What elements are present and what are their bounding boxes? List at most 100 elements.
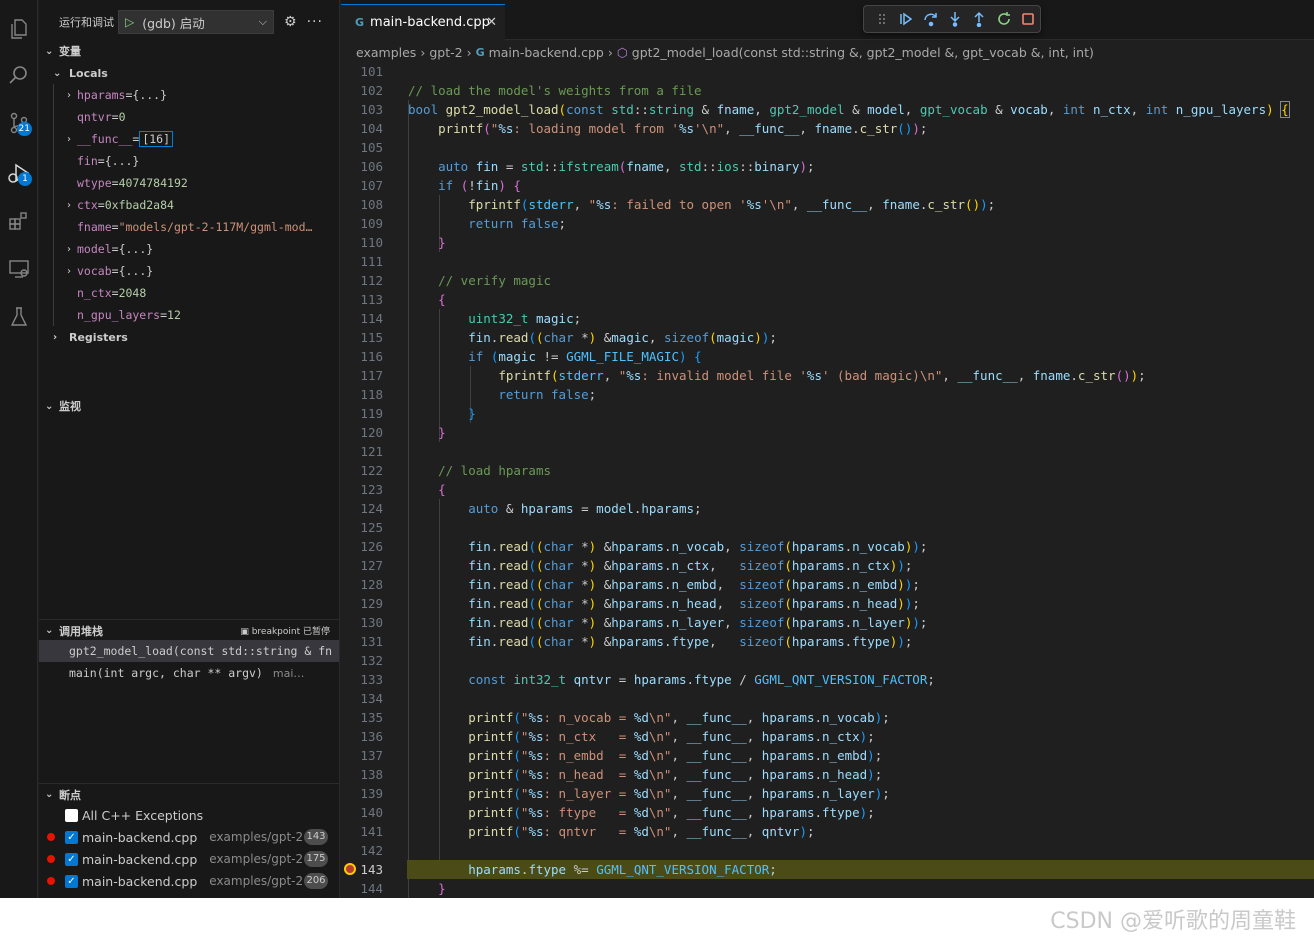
breakpoint-checkbox[interactable]: ✓ [65, 852, 78, 866]
code-line[interactable]: 121 [341, 442, 1314, 461]
code-line[interactable]: 119 } [341, 404, 1314, 423]
code-line[interactable]: 126 fin.read((char *) &hparams.n_vocab, … [341, 537, 1314, 556]
variable-row[interactable]: › ctx = 0xfbad2a84 [39, 194, 339, 216]
restart-icon[interactable] [991, 7, 1015, 31]
code-line[interactable]: 116 if (magic != GGML_FILE_MAGIC) { [341, 347, 1314, 366]
explorer-icon[interactable] [4, 14, 34, 44]
callstack-frame[interactable]: main(int argc, char ** argv) mai… [39, 662, 339, 684]
variable-row[interactable]: n_gpu_layers = 12 [39, 304, 339, 326]
code-line[interactable]: 118 return false; [341, 385, 1314, 404]
variable-row[interactable]: fname = "models/gpt-2-117M/ggml-mod… [39, 216, 339, 238]
code-line[interactable]: 125 [341, 518, 1314, 537]
code-line[interactable]: 114 uint32_t magic; [341, 309, 1314, 328]
tab-main-backend[interactable]: G main-backend.cpp ✕ [341, 4, 505, 40]
code-line[interactable]: 112 // verify magic [341, 271, 1314, 290]
code-line[interactable]: 130 fin.read((char *) &hparams.n_layer, … [341, 613, 1314, 632]
code-line[interactable]: 144 } [341, 879, 1314, 898]
code-line[interactable]: 106 auto fin = std::ifstream(fname, std:… [341, 157, 1314, 176]
code-line[interactable]: 140 printf("%s: ftype = %d\n", __func__,… [341, 803, 1314, 822]
variables-header[interactable]: ⌄ 变量 [39, 40, 339, 62]
code-line[interactable]: 108 fprintf(stderr, "%s: failed to open … [341, 195, 1314, 214]
code-editor[interactable]: 101 102 // load the model's weights from a… [341, 62, 1314, 898]
variable-row[interactable]: qntvr = 0 [39, 106, 339, 128]
code-line[interactable]: 123 { [341, 480, 1314, 499]
breakpoints-header[interactable]: ⌄ 断点 [39, 783, 339, 805]
breadcrumb-item[interactable]: gpt2_model_load(const std::string &, gpt… [632, 45, 1094, 60]
code-line[interactable]: 129 fin.read((char *) &hparams.n_head, s… [341, 594, 1314, 613]
variable-row[interactable]: › model = {...} [39, 238, 339, 260]
breadcrumb-item[interactable]: examples [356, 45, 416, 60]
testing-icon[interactable] [4, 302, 34, 332]
play-icon[interactable]: ▷ [125, 15, 134, 29]
variable-row[interactable]: wtype = 4074784192 [39, 172, 339, 194]
breakpoint-checkbox[interactable] [65, 808, 78, 822]
code-text: if (magic != GGML_FILE_MAGIC) { [468, 349, 702, 364]
breadcrumb-item[interactable]: gpt-2 [429, 45, 462, 60]
code-line[interactable]: 142 [341, 841, 1314, 860]
code-line[interactable]: 104 printf("%s: loading model from '%s'\… [341, 119, 1314, 138]
code-line[interactable]: 117 fprintf(stderr, "%s: invalid model f… [341, 366, 1314, 385]
locals-header[interactable]: ⌄ Locals [39, 62, 108, 84]
variable-row[interactable]: fin = {...} [39, 150, 339, 172]
code-line[interactable]: 128 fin.read((char *) &hparams.n_embd, s… [341, 575, 1314, 594]
drag-handle-icon[interactable] [870, 7, 894, 31]
variable-row[interactable]: › __func__ = [16] [39, 128, 339, 150]
code-line[interactable]: 136 printf("%s: n_ctx = %d\n", __func__,… [341, 727, 1314, 746]
step-into-icon[interactable] [943, 7, 967, 31]
breakpoint-checkbox[interactable]: ✓ [65, 830, 78, 844]
code-line[interactable]: 141 printf("%s: qntvr = %d\n", __func__,… [341, 822, 1314, 841]
variable-row[interactable]: n_ctx = 2048 [39, 282, 339, 304]
code-line[interactable]: 132 [341, 651, 1314, 670]
code-line[interactable]: 139 printf("%s: n_layer = %d\n", __func_… [341, 784, 1314, 803]
code-line[interactable]: 133 const int32_t qntvr = hparams.ftype … [341, 670, 1314, 689]
continue-icon[interactable] [894, 7, 918, 31]
code-line[interactable]: 105 [341, 138, 1314, 157]
code-line[interactable]: 138 printf("%s: n_head = %d\n", __func__… [341, 765, 1314, 784]
code-line[interactable]: 120 } [341, 423, 1314, 442]
search-icon[interactable] [4, 60, 34, 90]
extensions-icon[interactable] [4, 206, 34, 236]
code-line[interactable]: 115 fin.read((char *) &magic, sizeof(mag… [341, 328, 1314, 347]
more-icon[interactable]: ··· [307, 14, 323, 30]
breakpoint-checkbox[interactable]: ✓ [65, 874, 78, 888]
code-line[interactable]: 107 if (!fin) { [341, 176, 1314, 195]
stop-icon[interactable] [1016, 7, 1040, 31]
code-line[interactable]: 113 { [341, 290, 1314, 309]
code-line[interactable]: 134 [341, 689, 1314, 708]
step-over-icon[interactable] [919, 7, 943, 31]
code-line[interactable]: 103 bool gpt2_model_load(const std::strin… [341, 100, 1314, 119]
source-control-icon[interactable]: 21 [4, 108, 34, 138]
variable-row[interactable]: › vocab = {...} [39, 260, 339, 282]
callstack-header[interactable]: ⌄ 调用堆栈 ▣ breakpoint 已暂停 [39, 619, 339, 641]
code-line[interactable]: 137 printf("%s: n_embd = %d\n", __func__… [341, 746, 1314, 765]
variable-row[interactable]: › hparams = {...} [39, 84, 339, 106]
code-line[interactable]: 122 // load hparams [341, 461, 1314, 480]
code-line[interactable]: 109 return false; [341, 214, 1314, 233]
gear-icon[interactable]: ⚙ [284, 14, 297, 30]
editor-area: G main-backend.cpp ✕ examples › gpt-2 › … [341, 0, 1314, 898]
remote-explorer-icon[interactable] [4, 254, 34, 284]
step-out-icon[interactable] [967, 7, 991, 31]
breakpoint-item[interactable]: ✓ main-backend.cpp examples/gpt-2 175 [39, 848, 339, 870]
breadcrumb-item[interactable]: main-backend.cpp [489, 45, 604, 60]
code-line[interactable]: 102 // load the model's weights from a fi… [341, 81, 1314, 100]
callstack-frame[interactable]: gpt2_model_load(const std::string & fn [39, 640, 339, 662]
code-line[interactable]: 110 } [341, 233, 1314, 252]
line-number: 104 [360, 121, 383, 136]
line-number: 129 [360, 596, 383, 611]
code-line[interactable]: 111 [341, 252, 1314, 271]
code-line[interactable]: 101 [341, 62, 1314, 81]
breakpoint-item[interactable]: All C++ Exceptions [39, 804, 339, 826]
run-debug-icon[interactable]: 1 [4, 158, 34, 188]
breakpoint-item[interactable]: ✓ main-backend.cpp examples/gpt-2 143 [39, 826, 339, 848]
launch-config-select[interactable]: ▷ (gdb) 启动 ⌵ [118, 10, 274, 34]
code-line[interactable]: 135 printf("%s: n_vocab = %d\n", __func_… [341, 708, 1314, 727]
code-line[interactable]: 131 fin.read((char *) &hparams.ftype, si… [341, 632, 1314, 651]
watch-header[interactable]: ⌄ 监视 [39, 395, 339, 417]
current-code-line[interactable]: 143 hparams.ftype %= GGML_QNT_VERSION_FA… [341, 860, 1314, 879]
close-icon[interactable]: ✕ [486, 15, 497, 30]
breakpoint-item[interactable]: ✓ main-backend.cpp examples/gpt-2 206 [39, 870, 339, 892]
code-line[interactable]: 127 fin.read((char *) &hparams.n_ctx, si… [341, 556, 1314, 575]
registers-header[interactable]: › Registers [39, 326, 128, 348]
code-line[interactable]: 124 auto & hparams = model.hparams; [341, 499, 1314, 518]
